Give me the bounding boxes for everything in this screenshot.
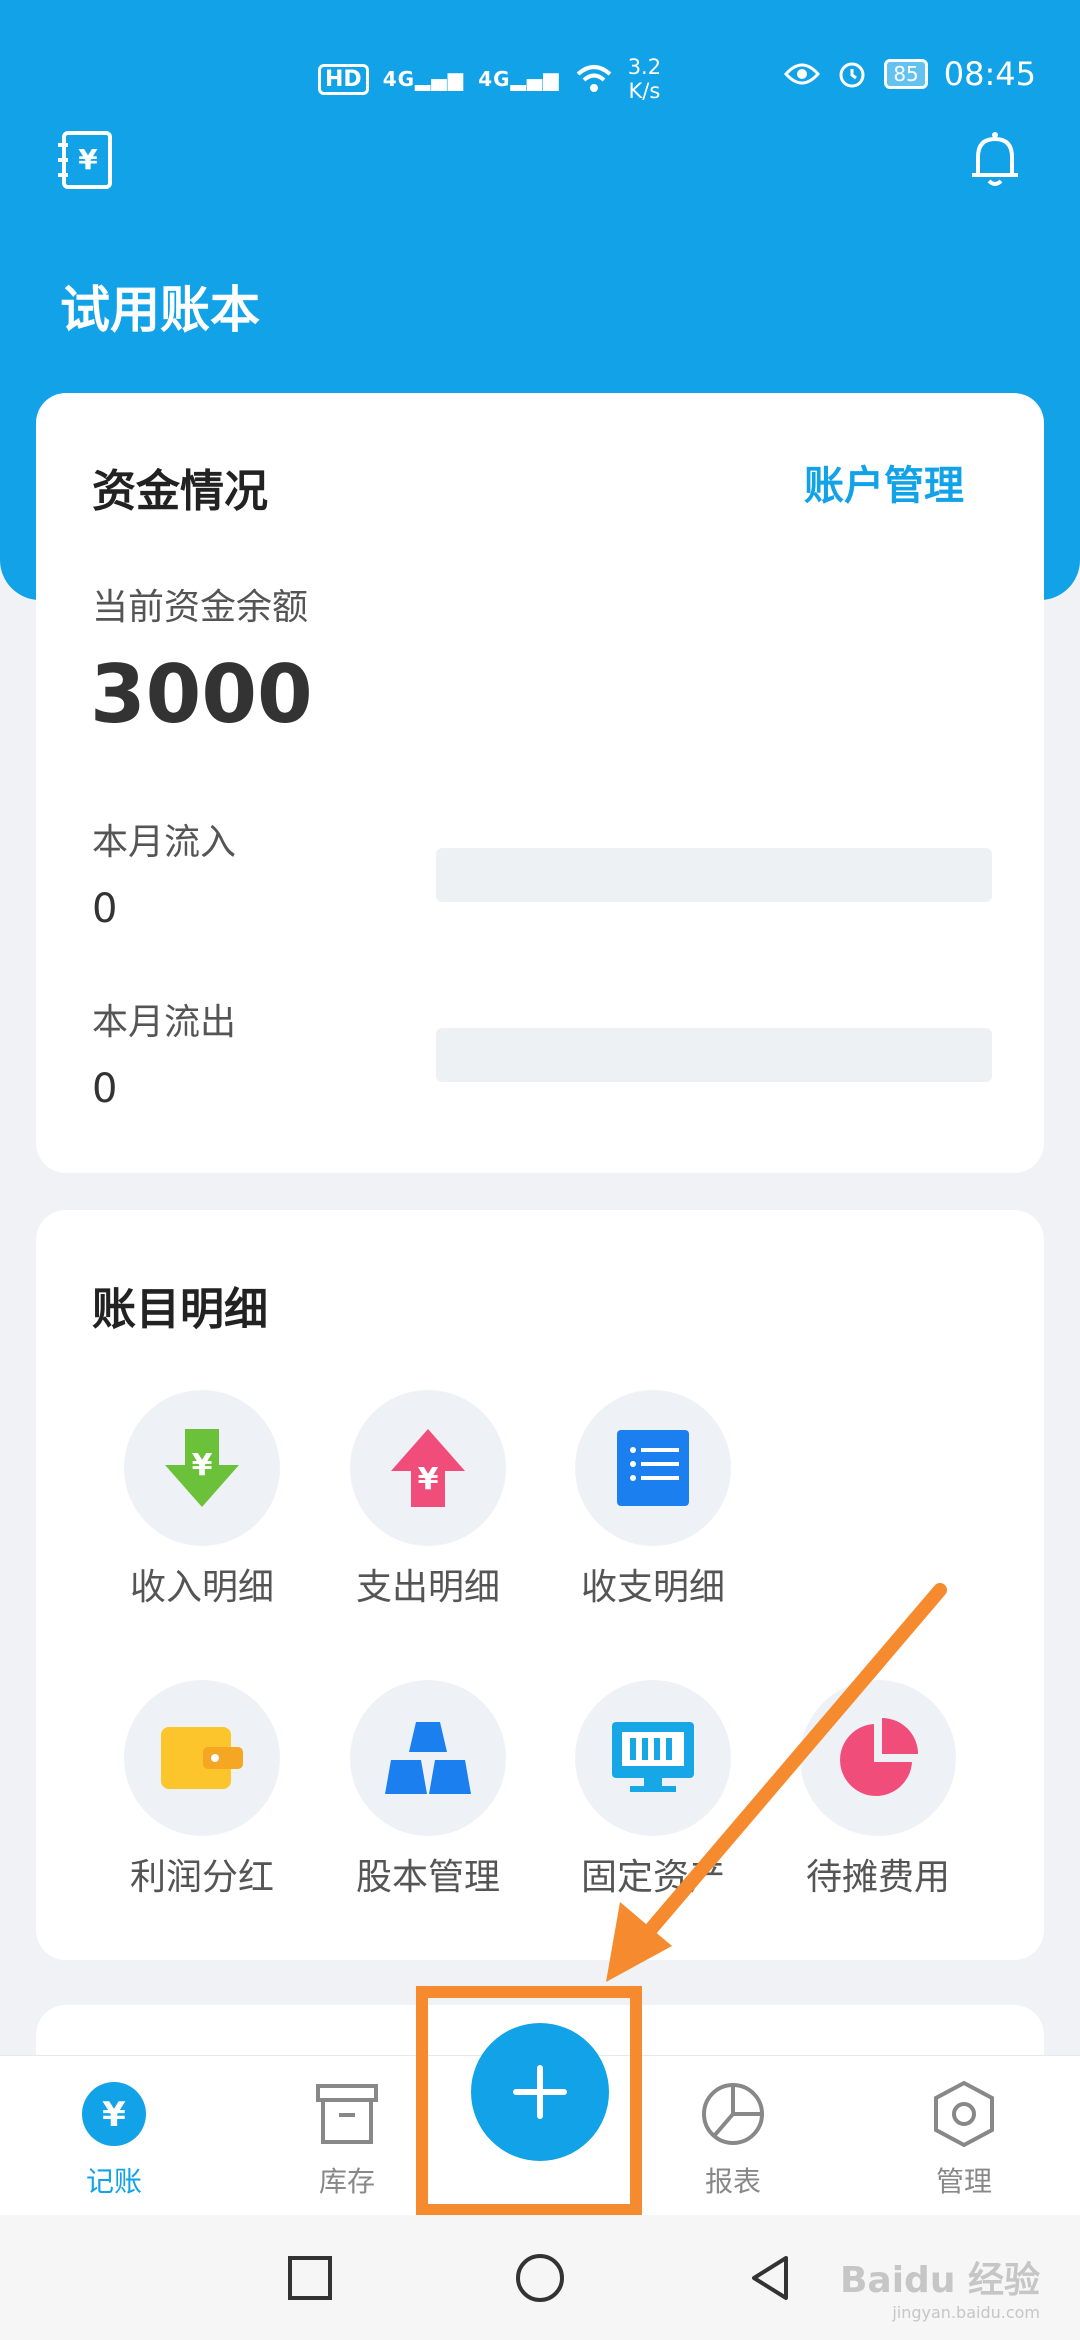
grid-item-expense[interactable]: ¥ 支出明细 [328,1390,528,1610]
grid-item-profit[interactable]: 利润分红 [102,1680,302,1900]
balance-value: 3000 [90,648,313,741]
funds-card-title: 资金情况 [92,466,268,517]
tab-reports[interactable]: 报表 [653,2078,813,2200]
pie-chart-icon [697,2078,769,2150]
hexagon-settings-icon [928,2078,1000,2150]
grid-label-income: 收入明细 [129,1567,274,1608]
funds-card: 资金情况 账户管理 当前资金余额 3000 本月流入 0 本月流出 0 [36,393,1044,1173]
grid-label-equity: 股本管理 [355,1857,500,1898]
system-navbar: Baidu 经验 jingyan.baidu.com [0,2215,1080,2340]
grid-item-deferred[interactable]: 待摊费用 [778,1680,978,1900]
tab-inventory[interactable]: 库存 [267,2078,427,2200]
watermark-url: jingyan.baidu.com [892,2303,1040,2322]
stack-icon [350,1680,506,1836]
balance-label: 当前资金余额 [92,587,309,628]
alarm-icon [839,62,865,88]
details-card: 账目明细 ¥ 收入明细 ¥ 支出明细 收支明细 利润分红 股本管理 固定资产 待… [36,1210,1044,1960]
svg-text:¥: ¥ [192,1448,213,1483]
battery-indicator: 85 [884,59,928,89]
back-triangle-icon[interactable] [740,2248,800,2308]
archive-icon [311,2078,383,2150]
ledger-book-icon[interactable]: ¥ [52,125,122,195]
recent-apps-square-icon[interactable] [280,2248,340,2308]
grid-item-income[interactable]: ¥ 收入明细 [102,1390,302,1610]
outflow-value: 0 [92,1066,118,1112]
grid-item-equity[interactable]: 股本管理 [328,1680,528,1900]
list-icon [575,1390,731,1546]
grid-label-ledger: 收支明细 [580,1567,725,1608]
tab-manage[interactable]: 管理 [884,2078,1044,2200]
eye-icon [784,63,821,85]
outflow-label: 本月流出 [92,1002,237,1043]
expense-arrow-icon: ¥ [350,1390,506,1546]
income-arrow-icon: ¥ [124,1390,280,1546]
annotation-highlight-box [416,1986,642,2216]
svg-text:¥: ¥ [102,2095,126,2135]
svg-text:¥: ¥ [78,143,98,176]
yen-circle-icon: ¥ [78,2078,150,2150]
pie-icon [800,1680,956,1836]
baidu-watermark: Baidu 经验 jingyan.baidu.com [840,2251,1040,2322]
tab-label-manage: 管理 [935,2165,992,2198]
grid-label-deferred: 待摊费用 [805,1857,950,1898]
tab-label-reports: 报表 [704,2165,761,2198]
signal-4g-2: 4G▂▄▆ [478,67,560,91]
home-circle-icon[interactable] [510,2248,570,2308]
status-right: 85 08:45 [784,55,1036,93]
status-bar: HD 4G▂▄▆ 4G▂▄▆ 3.2 K/s 85 08:45 [0,0,1080,130]
tab-label-inventory: 库存 [318,2165,375,2198]
wifi-icon [576,65,612,92]
outflow-bar [436,1028,992,1082]
grid-label-fixed-assets: 固定资产 [580,1857,725,1898]
svg-text:¥: ¥ [418,1462,439,1497]
watermark-brand: Baidu 经验 [839,2260,1040,2301]
grid-item-fixed-assets[interactable]: 固定资产 [553,1680,753,1900]
wallet-icon [124,1680,280,1836]
net-speed: 3.2 K/s [627,55,662,103]
hd-badge: HD [318,63,369,95]
status-center: HD 4G▂▄▆ 4G▂▄▆ 3.2 K/s [318,55,661,103]
details-card-title: 账目明细 [92,1284,268,1335]
bell-icon[interactable] [960,125,1030,195]
monitor-icon [575,1680,731,1836]
inflow-value: 0 [92,886,118,932]
tab-bookkeeping[interactable]: ¥ 记账 [34,2078,194,2200]
inflow-bar [436,848,992,902]
clock: 08:45 [943,55,1036,93]
inflow-label: 本月流入 [92,822,237,863]
account-manage-link[interactable]: 账户管理 [804,453,964,511]
grid-item-ledger[interactable]: 收支明细 [553,1390,753,1610]
grid-label-profit: 利润分红 [129,1857,274,1898]
grid-label-expense: 支出明细 [355,1567,500,1608]
tab-label-bookkeeping: 记账 [85,2165,142,2198]
page-title: 试用账本 [60,281,260,339]
signal-4g-1: 4G▂▄▆ [382,67,465,91]
